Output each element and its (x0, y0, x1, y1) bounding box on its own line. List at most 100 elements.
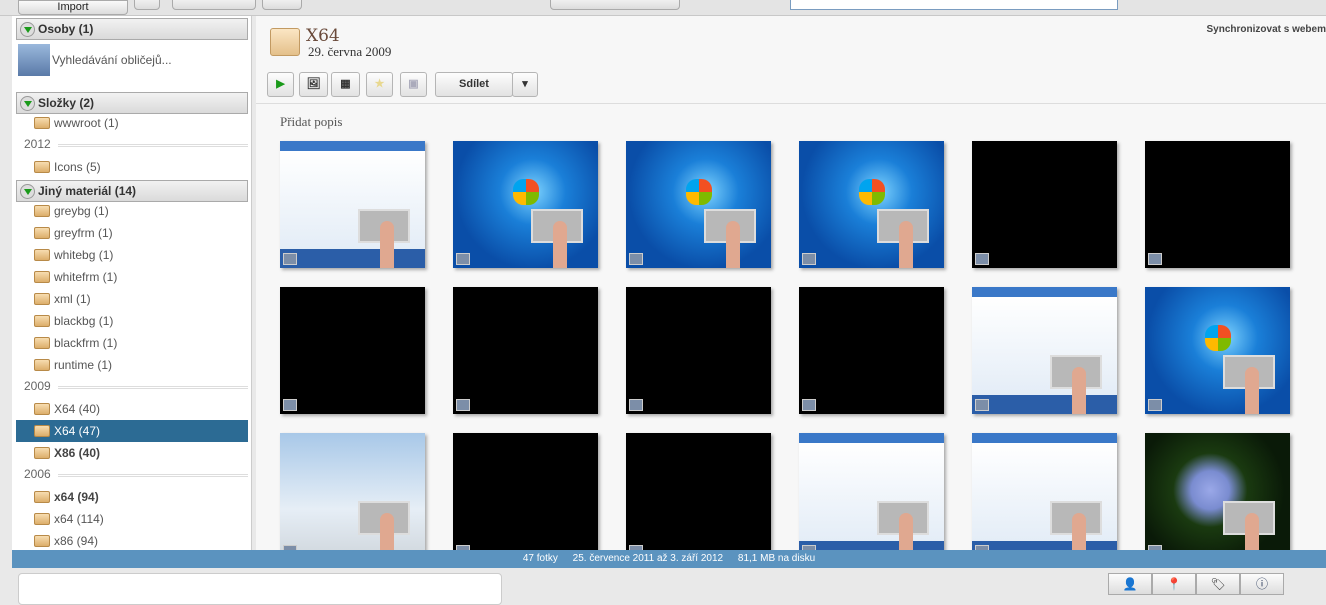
folder-icon (34, 337, 50, 349)
people-button[interactable]: 👤 (1108, 573, 1152, 595)
video-icon (456, 399, 470, 411)
folder-item[interactable]: X86 (40) (16, 442, 248, 464)
windows-logo (513, 179, 539, 205)
collapse-icon[interactable] (20, 96, 35, 111)
finger-image (553, 221, 567, 268)
folder-item[interactable]: X64 (40) (16, 398, 248, 420)
folder-item[interactable]: X64 (47) (16, 420, 248, 442)
folder-icon (34, 161, 50, 173)
sync-label: Synchronizovat s webem (1206, 24, 1326, 35)
photo-thumbnail[interactable] (453, 287, 598, 414)
sidebar: Osoby (1) Vyhledávání obličejů... Složky (… (12, 16, 252, 550)
photo-thumbnail[interactable] (280, 287, 425, 414)
folder-item[interactable]: x64 (114) (16, 508, 248, 530)
photo-thumbnail[interactable] (799, 433, 944, 560)
folder-item[interactable]: Icons (5) (16, 156, 248, 178)
folder-item[interactable]: blackbg (1) (16, 310, 248, 332)
photo-thumbnail[interactable] (1145, 141, 1290, 268)
folder-icon (34, 205, 50, 217)
photo-thumbnail[interactable] (799, 287, 944, 414)
location-button[interactable]: 📍 (1152, 573, 1196, 595)
import-button[interactable]: Import (18, 0, 128, 15)
info-button[interactable]: ⓘ (1240, 573, 1284, 595)
tools-button[interactable] (262, 0, 302, 10)
folder-icon (34, 425, 50, 437)
folder-icon (34, 491, 50, 503)
folder-item[interactable]: blackfrm (1) (16, 332, 248, 354)
windows-logo (1205, 325, 1231, 351)
save-icon[interactable]: ▣ (400, 72, 427, 97)
folder-item[interactable]: greyfrm (1) (16, 222, 248, 244)
movie-button[interactable]: ▦ (331, 72, 360, 97)
video-icon (456, 253, 470, 265)
search-input[interactable] (790, 0, 1118, 10)
video-icon (283, 253, 297, 265)
folder-icon (34, 315, 50, 327)
status-bar: 47 fotky 25. července 2011 až 3. září 20… (12, 550, 1326, 568)
photo-thumbnail[interactable] (972, 433, 1117, 560)
folder-item[interactable]: whitebg (1) (16, 244, 248, 266)
tags-button[interactable]: 🏷 (1196, 573, 1240, 595)
folder-item[interactable]: x64 (94) (16, 486, 248, 508)
year-label: 2006 (24, 464, 248, 484)
album-header: X64 29. června 2009 Synchronizovat s web… (256, 16, 1326, 104)
finger-image (380, 221, 394, 268)
folder-item[interactable]: x86 (94) (16, 530, 248, 552)
folder-item[interactable]: xml (1) (16, 288, 248, 310)
play-slideshow-button[interactable]: ▶ (267, 72, 294, 97)
finger-image (899, 221, 913, 268)
folder-item[interactable]: wwwroot (1) (16, 112, 248, 134)
photo-thumbnail[interactable] (626, 141, 771, 268)
photo-thumbnail[interactable] (453, 433, 598, 560)
video-icon (975, 399, 989, 411)
add-button[interactable] (134, 0, 160, 10)
share-button[interactable]: Sdílet (435, 72, 513, 97)
description-field[interactable]: Přidat popis (280, 114, 342, 130)
folder-item[interactable]: runtime (1) (16, 354, 248, 376)
collapse-icon[interactable] (20, 22, 35, 37)
star-icon[interactable]: ★ (366, 72, 393, 97)
video-icon (1148, 399, 1162, 411)
photo-thumbnail[interactable] (453, 141, 598, 268)
photo-thumbnail[interactable] (280, 141, 425, 268)
photo-tray[interactable] (18, 573, 502, 605)
video-icon (283, 399, 297, 411)
photo-thumbnail[interactable] (972, 287, 1117, 414)
folder-icon (34, 359, 50, 371)
bottom-panel: 👤 📍 🏷 ⓘ (12, 568, 1326, 605)
album-view: X64 29. června 2009 Synchronizovat s web… (256, 16, 1326, 560)
windows-logo (859, 179, 885, 205)
disk-size: 81,1 MB na disku (737, 553, 816, 564)
section-header[interactable]: Složky (2) (16, 92, 248, 114)
date-range: 25. července 2011 až 3. září 2012 (572, 553, 724, 564)
folder-icon (34, 249, 50, 261)
add-photo-button[interactable]: 🖼 (299, 72, 328, 97)
section-header[interactable]: Osoby (1) (16, 18, 248, 40)
photo-thumbnail[interactable] (626, 433, 771, 560)
section-header[interactable]: Jiný materiál (14) (16, 180, 248, 202)
video-icon (802, 399, 816, 411)
finger-image (1072, 367, 1086, 414)
photo-thumbnail[interactable] (280, 433, 425, 560)
person-avatar-icon (18, 44, 50, 76)
photo-thumbnail[interactable] (972, 141, 1117, 268)
folder-icon (34, 403, 50, 415)
share-dropdown-button[interactable]: ▾ (512, 72, 538, 97)
video-icon (1148, 253, 1162, 265)
album-date: 29. června 2009 (308, 44, 392, 59)
folder-item[interactable]: greybg (1) (16, 200, 248, 222)
face-search-item[interactable]: Vyhledávání obličejů... (16, 42, 248, 78)
year-label: 2009 (24, 376, 248, 396)
collapse-icon[interactable] (20, 184, 35, 199)
photo-thumbnail[interactable] (626, 287, 771, 414)
filter-buttons[interactable] (550, 0, 680, 10)
photo-thumbnail[interactable] (799, 141, 944, 268)
folder-item[interactable]: whitefrm (1) (16, 266, 248, 288)
photo-thumbnail[interactable] (1145, 287, 1290, 414)
finger-image (726, 221, 740, 268)
folder-icon (34, 227, 50, 239)
folder-icon (34, 535, 50, 547)
album-title[interactable]: X64 (306, 26, 340, 46)
view-toggle[interactable] (172, 0, 256, 10)
photo-thumbnail[interactable] (1145, 433, 1290, 560)
